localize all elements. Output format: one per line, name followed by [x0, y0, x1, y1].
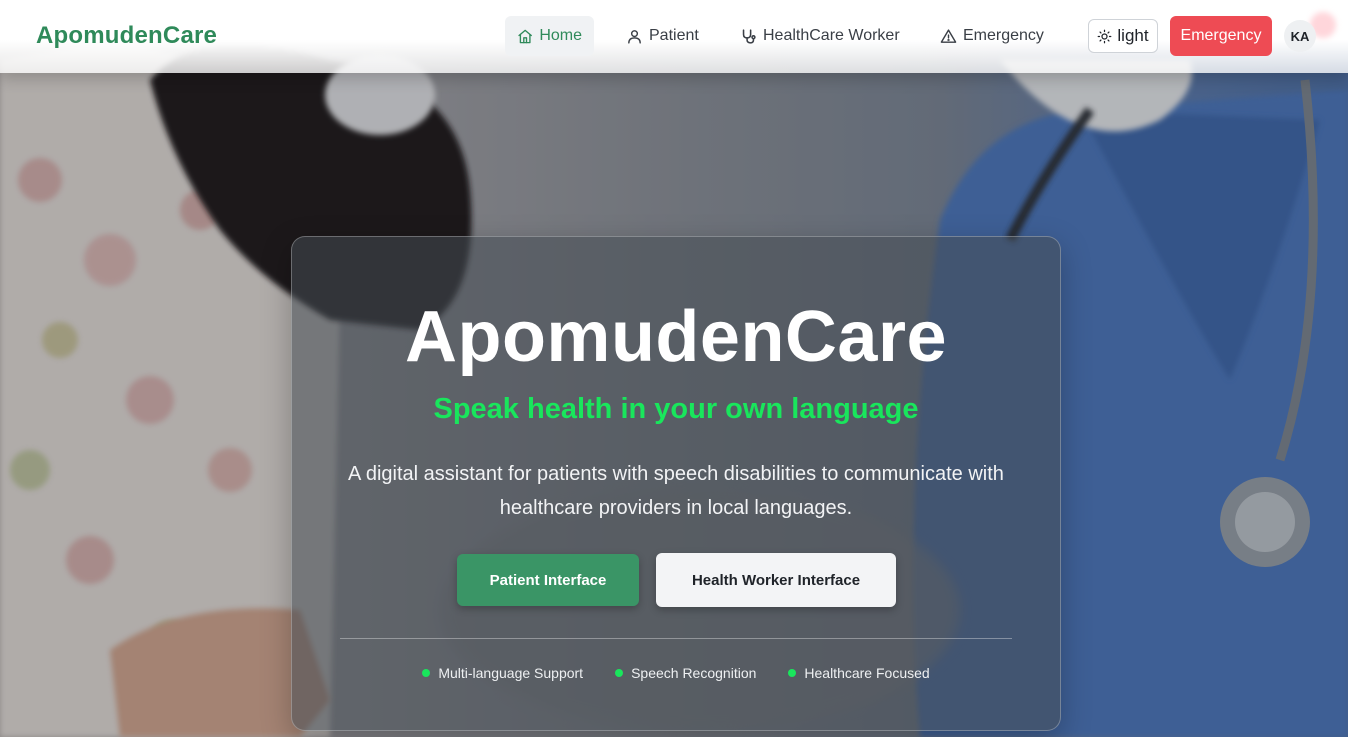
nav-item-emergency[interactable]: Emergency [928, 16, 1056, 56]
home-icon [518, 29, 532, 43]
emergency-button[interactable]: Emergency [1170, 16, 1272, 56]
hero-description: A digital assistant for patients with sp… [348, 463, 1004, 519]
nav-item-label: Emergency [963, 27, 1044, 44]
feature-label: Multi-language Support [438, 665, 584, 681]
top-navbar: ApomudenCare Home Patient HealthCare Wor… [0, 0, 1348, 73]
hero-card: ApomudenCare Speak health in your own la… [291, 236, 1061, 731]
divider [340, 638, 1012, 639]
sun-icon [1098, 29, 1112, 43]
nav-item-home[interactable]: Home [505, 16, 594, 56]
nav-item-label: Patient [649, 27, 699, 44]
patient-interface-button[interactable]: Patient Interface [457, 554, 639, 606]
bullet-dot-icon [615, 669, 624, 677]
avatar[interactable]: KA [1284, 20, 1316, 52]
feature-list: Multi-language Support Speech Recognitio… [292, 665, 1060, 681]
user-icon [628, 29, 641, 44]
stethoscope-icon [742, 28, 756, 44]
nav-item-patient[interactable]: Patient [614, 16, 711, 56]
health-worker-interface-button[interactable]: Health Worker Interface [656, 553, 896, 607]
feature-item: Speech Recognition [615, 665, 756, 681]
warning-triangle-icon [940, 28, 957, 43]
nav-item-label: Home [539, 27, 582, 44]
hero-title: ApomudenCare [404, 297, 948, 377]
theme-toggle-button[interactable]: light [1088, 19, 1158, 53]
nav-item-label: HealthCare Worker [763, 27, 900, 44]
feature-label: Healthcare Focused [804, 665, 930, 681]
feature-item: Healthcare Focused [788, 665, 930, 681]
bullet-dot-icon [788, 669, 797, 677]
feature-item: Multi-language Support [422, 665, 583, 681]
bullet-dot-icon [422, 669, 431, 677]
theme-toggle-label: light [1117, 26, 1149, 45]
brand-logo[interactable]: ApomudenCare [36, 22, 217, 50]
feature-label: Speech Recognition [631, 665, 757, 681]
hero-tagline: Speak health in your own language [433, 393, 919, 425]
nav-item-healthcare-worker[interactable]: HealthCare Worker [728, 16, 912, 56]
